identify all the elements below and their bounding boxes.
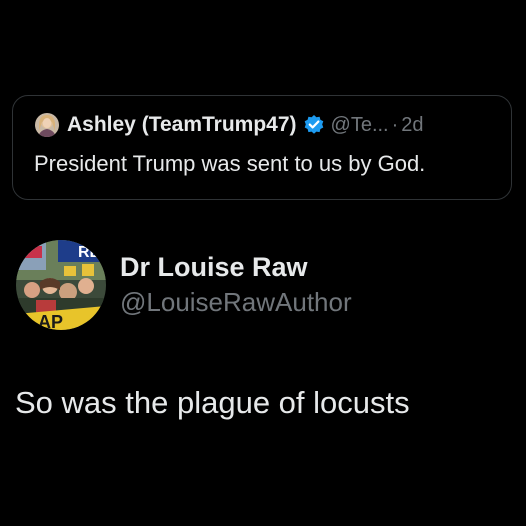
author-handle[interactable]: @LouiseRawAuthor <box>120 287 352 318</box>
quoted-post-header: Ashley (TeamTrump47) @Te... · 2d <box>35 112 424 138</box>
separator-dot: · <box>391 113 399 136</box>
quoted-author-avatar[interactable] <box>35 113 59 137</box>
author-name[interactable]: Dr Louise Raw <box>120 252 308 283</box>
svg-text:AP: AP <box>38 312 63 330</box>
post-text: So was the plague of locusts <box>15 385 410 420</box>
quoted-author-name[interactable]: Ashley (TeamTrump47) <box>67 113 297 137</box>
author-avatar[interactable]: RE AP <box>16 240 106 330</box>
quoted-post-text: President Trump was sent to us by God. <box>34 151 426 176</box>
quoted-post-timestamp[interactable]: 2d <box>401 114 423 137</box>
quoted-post-card[interactable]: Ashley (TeamTrump47) @Te... · 2d Preside… <box>12 95 512 200</box>
quoted-author-handle[interactable]: @Te... <box>331 114 389 137</box>
verified-badge-icon <box>303 114 325 136</box>
svg-text:RE: RE <box>78 244 101 261</box>
